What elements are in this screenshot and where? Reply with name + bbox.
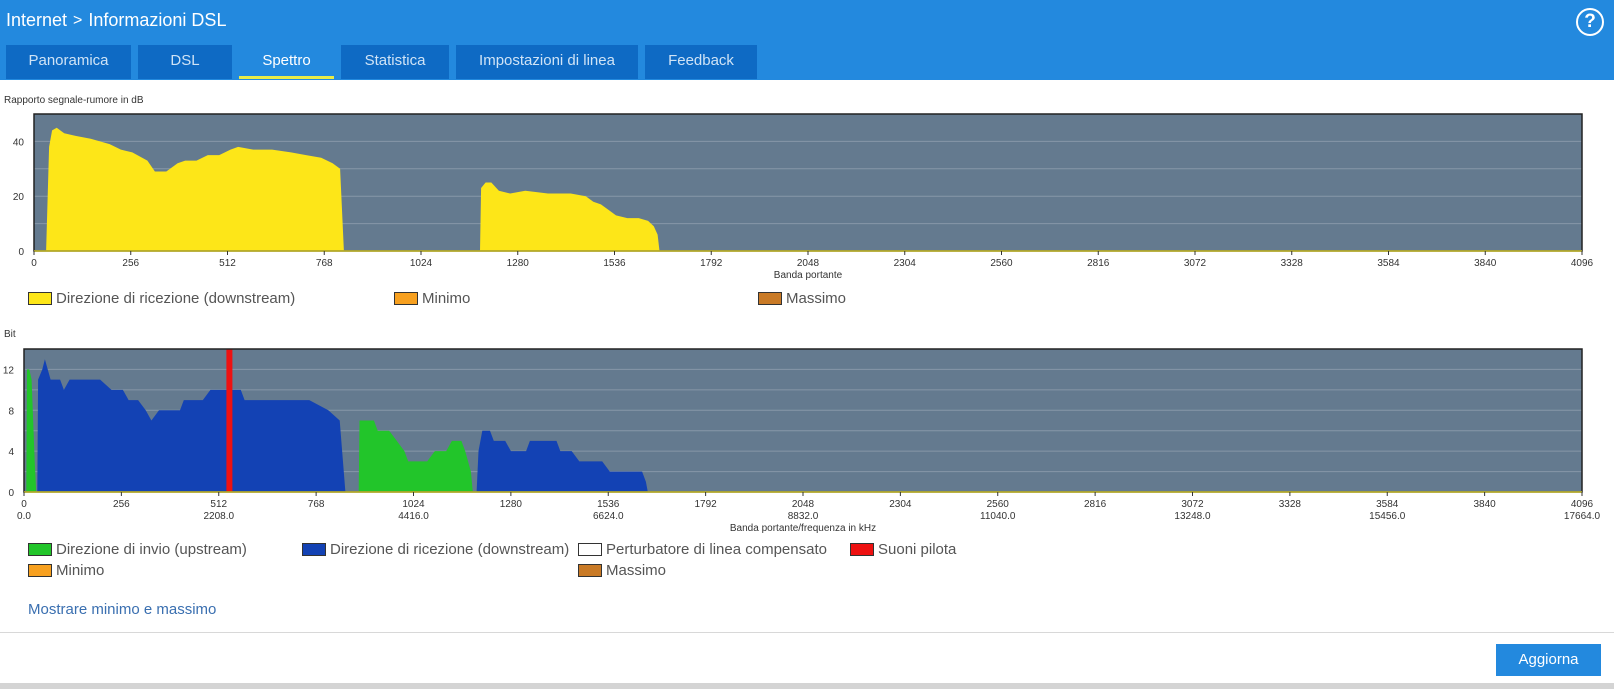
x-tick-label: 1280: [500, 499, 523, 510]
legend-label: Perturbatore di linea compensato: [606, 541, 827, 558]
x-tick-label: 3072: [1184, 258, 1207, 269]
x-tick-label: 1792: [695, 499, 718, 510]
x-freq-tick-label: 2208.0: [203, 511, 234, 522]
tab-panoramica[interactable]: Panoramica: [6, 45, 131, 79]
legend-label: Direzione di ricezione (downstream): [330, 541, 570, 558]
legend-swatch-brown: [758, 292, 782, 305]
pilot-tone-bar: [226, 349, 233, 492]
x-freq-tick-label: 15456.0: [1369, 511, 1406, 522]
x-tick-label: 2304: [889, 499, 912, 510]
legend-swatch-orange: [394, 292, 418, 305]
refresh-button[interactable]: Aggiorna: [1496, 644, 1601, 676]
legend-snr-downstream[interactable]: Direzione di ricezione (downstream): [28, 290, 295, 307]
x-tick-label: 3072: [1181, 499, 1204, 510]
show-min-max-link[interactable]: Mostrare minimo e massimo: [28, 601, 216, 618]
legend-label: Direzione di ricezione (downstream): [56, 290, 296, 307]
legend-label: Massimo: [786, 290, 847, 307]
x-axis-label: Banda portante: [774, 270, 843, 281]
x-tick-label: 2816: [1087, 258, 1110, 269]
breadcrumb-current: Informazioni DSL: [88, 10, 227, 30]
footer-bar: [0, 683, 1614, 689]
legend-bits-minimum[interactable]: Minimo: [28, 562, 104, 579]
tab-feedback[interactable]: Feedback: [645, 45, 757, 79]
tab-impostazioni-di-linea[interactable]: Impostazioni di linea: [456, 45, 638, 79]
tab-dsl[interactable]: DSL: [138, 45, 232, 79]
x-tick-label: 2048: [797, 258, 820, 269]
legend-snr-maximum[interactable]: Massimo: [758, 290, 846, 307]
page-header: Internet > Informazioni DSL ? Panoramica…: [0, 0, 1614, 80]
x-tick-label: 4096: [1571, 258, 1594, 269]
x-tick-label: 3584: [1376, 499, 1399, 510]
legend-swatch-white: [578, 543, 602, 556]
x-freq-tick-label: 11040.0: [980, 511, 1016, 522]
legend-snr-minimum[interactable]: Minimo: [394, 290, 470, 307]
legend-bits-pilot[interactable]: Suoni pilota: [850, 541, 956, 558]
x-tick-label: 3840: [1474, 258, 1497, 269]
x-tick-label: 2304: [894, 258, 917, 269]
breadcrumb: Internet > Informazioni DSL: [6, 10, 226, 31]
x-axis-label: Banda portante/frequenza in kHz: [730, 523, 876, 534]
tab-statistica[interactable]: Statistica: [341, 45, 449, 79]
legend-swatch-green: [28, 543, 52, 556]
legend-swatch-red: [850, 543, 874, 556]
x-freq-tick-label: 13248.0: [1174, 511, 1211, 522]
x-tick-label: 1024: [402, 499, 425, 510]
x-tick-label: 512: [210, 499, 227, 510]
x-tick-label: 2560: [987, 499, 1010, 510]
y-tick-label: 4: [8, 447, 14, 458]
x-tick-label: 2048: [792, 499, 815, 510]
legend-bits-upstream[interactable]: Direzione di invio (upstream): [28, 541, 247, 558]
x-tick-label: 1024: [410, 258, 433, 269]
x-tick-label: 3840: [1474, 499, 1497, 510]
x-tick-label: 2816: [1084, 499, 1107, 510]
x-tick-label: 1280: [507, 258, 530, 269]
x-freq-tick-label: 17664.0: [1564, 511, 1601, 522]
x-freq-tick-label: 6624.0: [593, 511, 624, 522]
y-tick-label: 12: [3, 365, 15, 376]
x-tick-label: 4096: [1571, 499, 1594, 510]
x-tick-label: 512: [219, 258, 236, 269]
breadcrumb-root[interactable]: Internet: [6, 10, 67, 31]
tab-spettro[interactable]: Spettro: [239, 45, 334, 79]
x-tick-label: 1536: [597, 499, 620, 510]
x-tick-label: 2560: [990, 258, 1013, 269]
x-tick-label: 3328: [1281, 258, 1304, 269]
legend-swatch-yellow: [28, 292, 52, 305]
legend-bits-maximum[interactable]: Massimo: [578, 562, 666, 579]
x-freq-tick-label: 4416.0: [398, 511, 429, 522]
help-icon[interactable]: ?: [1576, 8, 1604, 36]
legend-bits-downstream[interactable]: Direzione di ricezione (downstream): [302, 541, 569, 558]
x-tick-label: 3584: [1377, 258, 1400, 269]
legend-label: Suoni pilota: [878, 541, 957, 558]
y-tick-label: 8: [8, 406, 14, 417]
legend-label: Minimo: [56, 562, 105, 579]
x-tick-label: 1792: [700, 258, 723, 269]
legend-label: Direzione di invio (upstream): [56, 541, 247, 558]
y-tick-label: 20: [13, 192, 25, 203]
y-tick-label: 0: [18, 247, 24, 258]
x-tick-label: 768: [316, 258, 333, 269]
x-tick-label: 1536: [603, 258, 626, 269]
legend-bits-crosstalk[interactable]: Perturbatore di linea compensato: [578, 541, 827, 558]
x-freq-tick-label: 8832.0: [788, 511, 819, 522]
x-tick-label: 0: [21, 499, 27, 510]
x-tick-label: 3328: [1279, 499, 1302, 510]
y-tick-label: 0: [8, 488, 14, 499]
x-tick-label: 768: [308, 499, 325, 510]
x-tick-label: 256: [122, 258, 139, 269]
legend-swatch-blue: [302, 543, 326, 556]
tab-bar: Panoramica DSL Spettro Statistica Impost…: [6, 45, 764, 79]
legend-label: Massimo: [606, 562, 667, 579]
y-tick-label: 40: [13, 137, 25, 148]
snr-chart: 0 20 40 0 256 512 768 1024 1280 1536 1792 2048 2304 2…: [13, 113, 1594, 281]
legend-swatch-brown: [578, 564, 602, 577]
legend-swatch-orange: [28, 564, 52, 577]
footer-divider: [0, 632, 1614, 633]
bits-chart: 0 4 8 12 0 256 512 768 1024 1280 1536 1792 2048 2304 2…: [3, 348, 1601, 534]
x-freq-tick-label: 0.0: [17, 511, 31, 522]
x-tick-label: 256: [113, 499, 130, 510]
breadcrumb-separator-icon: >: [73, 11, 83, 29]
legend-label: Minimo: [422, 290, 471, 307]
x-tick-label: 0: [31, 258, 37, 269]
